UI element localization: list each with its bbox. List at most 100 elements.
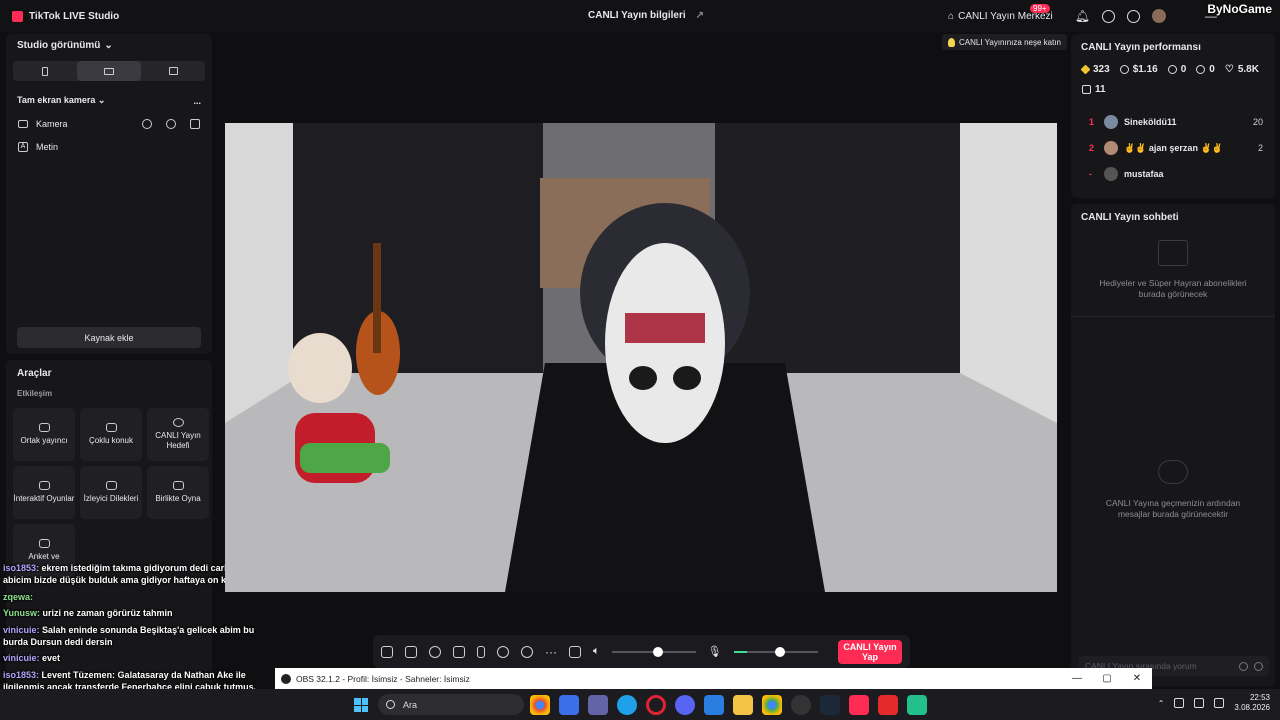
chat-username: zqewa: xyxy=(3,591,34,602)
camera-feed-image xyxy=(225,123,1057,592)
chat-empty-state: CANLI Yayına geçmenizin ardından mesajla… xyxy=(1071,460,1275,520)
stat-viewers: 0 xyxy=(1167,61,1186,77)
chat-text: urizi ne zaman görürüz tahmin xyxy=(42,608,173,619)
teams-icon[interactable] xyxy=(588,695,608,715)
phone-icon xyxy=(42,66,48,76)
settings-icon[interactable] xyxy=(1127,9,1140,23)
tool-live-goal[interactable]: CANLI Yayın Hedefi xyxy=(147,408,209,461)
tiktok-icon[interactable] xyxy=(849,695,869,715)
mixer-icon[interactable] xyxy=(569,645,581,658)
chevron-up-icon[interactable]: ⌃ xyxy=(1158,699,1165,708)
avatar[interactable] xyxy=(1152,9,1166,23)
youtube-icon[interactable] xyxy=(878,695,898,715)
mail-icon[interactable] xyxy=(704,695,724,715)
live-tip-banner[interactable]: CANLI Yayınınıza neşe katın xyxy=(942,34,1067,50)
network-icon[interactable] xyxy=(1194,698,1205,708)
record-icon[interactable] xyxy=(497,645,509,658)
maximize-icon[interactable]: ▢ xyxy=(1092,673,1122,684)
rotate-button[interactable] xyxy=(141,61,205,81)
settings-icon[interactable] xyxy=(142,118,152,129)
users-icon xyxy=(105,423,117,432)
heart-icon: ♡ xyxy=(1224,63,1234,75)
add-source-button[interactable]: Kaynak ekle xyxy=(17,327,201,348)
obs-window-titlebar[interactable]: OBS 32.1.2 - Profil: İsimsiz - Sahneler:… xyxy=(275,668,1152,689)
user-play-icon xyxy=(172,481,184,490)
phone-icon[interactable] xyxy=(477,645,485,658)
target-icon xyxy=(172,418,184,427)
bell-icon[interactable]: 🔔︎ xyxy=(1075,9,1090,23)
tool-play-together[interactable]: Birlikte Oyna xyxy=(147,466,209,519)
landscape-button[interactable] xyxy=(77,61,141,81)
camera-settings-icon[interactable] xyxy=(521,645,533,658)
gifter-row[interactable]: - mustafaa xyxy=(1071,161,1275,187)
microphone-icon[interactable]: 🎙︎ xyxy=(708,645,722,658)
gifter-row[interactable]: 1 Sineköldü11 20 xyxy=(1071,109,1275,135)
edge-icon[interactable] xyxy=(617,695,637,715)
title-bar: TikTok LIVE Studio CANLI Yayın bilgileri… xyxy=(0,0,1280,32)
eye-icon[interactable] xyxy=(166,118,176,129)
send-icon[interactable] xyxy=(1254,661,1263,671)
chat-empty-text: CANLI Yayına geçmenizin ardından mesajla… xyxy=(1105,498,1241,519)
mic-knob[interactable] xyxy=(774,646,785,657)
chrome-icon[interactable] xyxy=(762,695,782,715)
lock-icon[interactable] xyxy=(190,118,200,129)
tiktok-live-studio-icon[interactable] xyxy=(907,695,927,715)
add-source-icon[interactable] xyxy=(453,645,465,658)
source-camera[interactable]: Kamera xyxy=(6,112,212,135)
chat-username: iso1853: xyxy=(3,563,40,573)
tool-co-host[interactable]: Ortak yayıncı xyxy=(13,408,75,461)
volume-slider[interactable] xyxy=(611,646,696,657)
tools-title: Araçlar xyxy=(17,368,52,379)
go-live-button[interactable]: CANLI Yayın Yap xyxy=(838,639,902,664)
windows-start-icon[interactable] xyxy=(354,698,368,712)
studio-view-dropdown[interactable]: Studio görünümü ⌄ xyxy=(6,34,212,57)
divider xyxy=(1071,316,1275,317)
chat-username: vinicuie: xyxy=(3,653,40,664)
more-icon[interactable]: ··· xyxy=(545,645,557,659)
gamepad-icon xyxy=(38,481,50,490)
effects-icon[interactable] xyxy=(405,645,417,658)
rotate-icon xyxy=(168,67,178,75)
tool-interactive-games[interactable]: İnteraktif Oyunlar xyxy=(13,466,75,519)
stat-gifts: 11 xyxy=(1082,81,1106,97)
scene-dropdown[interactable]: Tam ekran kamera ⌄ xyxy=(17,95,105,106)
live-info-button[interactable]: CANLI Yayın bilgileri ↗ xyxy=(588,10,704,21)
help-icon[interactable] xyxy=(1102,9,1115,23)
more-icon[interactable]: ... xyxy=(193,96,201,106)
mic-slider[interactable] xyxy=(733,646,818,657)
tool-viewer-wishes[interactable]: İzleyici Dilekleri xyxy=(80,466,142,519)
live-info-label: CANLI Yayın bilgileri xyxy=(588,10,686,21)
volume-knob[interactable] xyxy=(652,646,663,657)
ai-icon[interactable] xyxy=(429,645,441,658)
microphone-icon[interactable] xyxy=(1174,698,1185,708)
close-icon[interactable]: ✕ xyxy=(1122,673,1152,684)
gifter-row[interactable]: 2 ✌️✌️ ajan şerzan ✌️✌️ 2 xyxy=(1071,135,1275,161)
diamond-icon xyxy=(1080,64,1091,74)
portrait-button[interactable] xyxy=(13,61,77,81)
landscape-icon xyxy=(104,67,114,75)
source-text[interactable]: A Metin xyxy=(6,135,212,158)
gift-icon xyxy=(1158,240,1188,266)
minimize-icon[interactable]: — xyxy=(1062,673,1092,684)
clock[interactable]: 22:53 3.08.2026 xyxy=(1234,693,1270,713)
chat-text: evet xyxy=(42,653,61,664)
store-icon[interactable] xyxy=(559,695,579,715)
opera-icon[interactable] xyxy=(646,695,666,715)
obs-icon[interactable] xyxy=(791,695,811,715)
steam-icon[interactable] xyxy=(820,695,840,715)
folder-icon[interactable] xyxy=(733,695,753,715)
discord-icon[interactable] xyxy=(675,695,695,715)
magic-wand-icon[interactable] xyxy=(381,645,393,658)
chrome-icon[interactable] xyxy=(530,695,550,715)
tool-multi-guest[interactable]: Çoklu konuk xyxy=(80,408,142,461)
camera-preview[interactable] xyxy=(225,123,1057,592)
volume-icon[interactable] xyxy=(1214,698,1225,708)
speaker-icon[interactable]: 🔈︎ xyxy=(593,645,600,658)
live-chat-panel: CANLI Yayın sohbeti Hediyeler ve Süper H… xyxy=(1071,204,1275,686)
tiktok-logo-icon xyxy=(12,10,23,22)
tool-label: Çoklu konuk xyxy=(88,436,134,445)
live-tip-text: CANLI Yayınınıza neşe katın xyxy=(959,37,1061,47)
emoji-icon[interactable] xyxy=(1239,661,1248,671)
taskbar-search[interactable]: Ara xyxy=(378,694,524,715)
avatar xyxy=(1104,141,1118,155)
